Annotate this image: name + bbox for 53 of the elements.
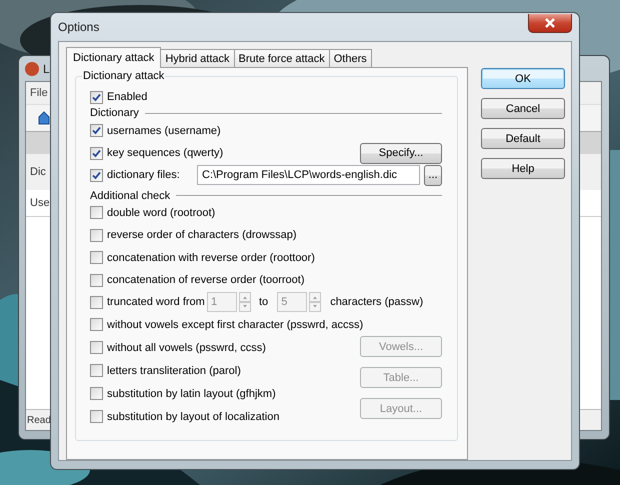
dialog-button[interactable]: Cancel [481, 98, 565, 119]
dialog-button[interactable]: Default [481, 128, 565, 149]
checkbox-label: substitution by latin layout (gfhjkm) [107, 388, 276, 400]
checkbox-label: truncated word from [107, 296, 206, 308]
checkbox[interactable] [90, 341, 103, 354]
dialog-button[interactable]: OK [481, 68, 565, 89]
checkbox[interactable] [90, 228, 103, 242]
checkbox-label: key sequences (qwerty) [107, 147, 224, 160]
app-logo-icon [25, 62, 39, 76]
checkbox[interactable] [90, 274, 103, 287]
checkbox[interactable] [90, 146, 103, 160]
tab[interactable]: Brute force attack [234, 49, 330, 67]
group-title: Dictionary attack [82, 70, 166, 82]
checkbox[interactable] [90, 251, 103, 264]
checkbox-label: dictionary files: [107, 169, 180, 182]
checkbox[interactable] [90, 206, 103, 220]
menu-item[interactable]: File [30, 87, 48, 99]
checkbox[interactable] [90, 168, 103, 182]
dialog-title: Options [58, 20, 100, 34]
section-title: Additional check [90, 190, 170, 202]
section-title: Dictionary [90, 108, 139, 120]
range-label: to [259, 296, 268, 308]
range-label: characters (passw) [330, 296, 424, 308]
checkbox-label: double word (rootroot) [107, 206, 216, 219]
tab[interactable]: Hybrid attack [160, 49, 235, 67]
checkbox[interactable] [90, 364, 103, 378]
checkbox-label: concatenation of reverse order (toorroot) [107, 274, 304, 286]
action-button[interactable]: Specify... [360, 142, 442, 164]
checkbox[interactable] [90, 124, 103, 138]
column-header: Use [30, 197, 50, 209]
close-icon [544, 18, 556, 28]
checkbox[interactable] [90, 318, 103, 332]
browse-button[interactable]: ... [424, 164, 442, 186]
spinner-arrows-icon[interactable] [239, 292, 251, 312]
panel-label: Dic [30, 166, 46, 178]
dialog-button[interactable]: Help [481, 158, 565, 179]
close-button[interactable] [528, 14, 572, 32]
checkbox[interactable] [90, 410, 103, 424]
checkbox[interactable] [90, 387, 103, 400]
file-path-field[interactable]: C:\Program Files\LCP\words-english.dic [197, 165, 420, 186]
checkbox-label: Enabled [107, 91, 148, 104]
checkbox[interactable] [90, 90, 103, 104]
checkbox-label: letters transliteration (parol) [107, 364, 241, 377]
spinner-arrows-icon[interactable] [309, 292, 322, 312]
checkbox-label: without vowels except first character (psswrd, accss) [107, 318, 364, 331]
checkbox-label: substitution by layout of localization [107, 410, 280, 423]
checkbox-label: concatenation with reverse order (roottoor) [107, 252, 315, 264]
tab[interactable]: Others [328, 49, 372, 67]
checkbox-label: reverse order of characters (drowssap) [107, 229, 297, 242]
checkbox-label: without all vowels (psswrd, ccss) [107, 342, 266, 354]
checkbox-label: usernames (username) [107, 124, 221, 137]
window-title: L [43, 62, 50, 76]
tab[interactable]: Dictionary attack [66, 47, 162, 68]
